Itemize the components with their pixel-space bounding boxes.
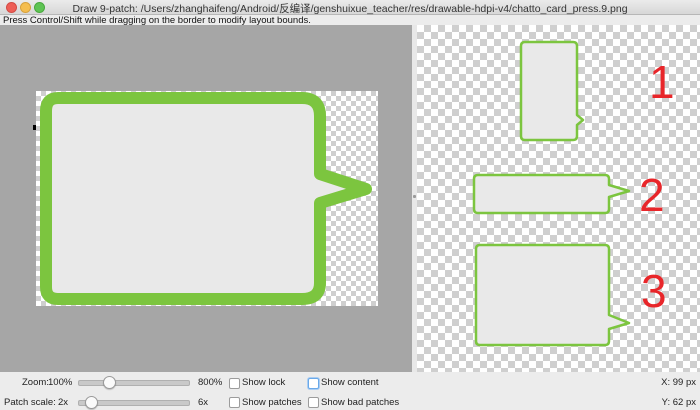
zoom-value: 100% xyxy=(48,377,73,388)
nine-patch-canvas[interactable] xyxy=(33,91,378,306)
preview-bubble-1 xyxy=(519,40,585,142)
zoom-max: 800% xyxy=(198,377,223,388)
stretch-preview: 1 2 3 xyxy=(417,25,700,372)
show-content-checkbox[interactable] xyxy=(308,378,319,389)
editor-bubble xyxy=(40,92,372,305)
show-bad-patches-label: Show bad patches xyxy=(321,397,400,408)
preview-bubble-2 xyxy=(472,173,631,215)
nine-patch-marker xyxy=(33,125,36,130)
patch-scale-value: 2x xyxy=(58,397,69,408)
window-title: Draw 9-patch: /Users/zhanghaifeng/Androi… xyxy=(72,3,628,15)
preview-label-3: 3 xyxy=(641,265,667,317)
show-patches-checkbox[interactable] xyxy=(229,397,240,408)
patch-scale-label: Patch scale: xyxy=(4,397,56,408)
preview-label-2: 2 xyxy=(639,169,665,221)
zoom-slider-thumb[interactable] xyxy=(103,376,116,389)
zoom-label: Zoom: xyxy=(22,377,49,388)
show-lock-checkbox[interactable] xyxy=(229,378,240,389)
show-patches-label: Show patches xyxy=(242,397,302,408)
zoom-slider[interactable] xyxy=(78,376,190,389)
patch-scale-max: 6x xyxy=(198,397,209,408)
nine-patch-editor[interactable] xyxy=(0,25,412,372)
preview-bubble-3 xyxy=(474,243,631,347)
show-bad-patches-checkbox[interactable] xyxy=(308,397,319,408)
preview-label-1: 1 xyxy=(649,56,675,108)
patch-scale-slider[interactable] xyxy=(78,396,190,409)
title-bar: Draw 9-patch: /Users/zhanghaifeng/Androi… xyxy=(0,0,700,15)
cursor-y-readout: Y: 62 px xyxy=(661,397,696,408)
cursor-x-readout: X: 99 px xyxy=(661,377,696,388)
show-content-label: Show content xyxy=(321,377,379,388)
patch-scale-slider-thumb[interactable] xyxy=(85,396,98,409)
show-lock-label: Show lock xyxy=(242,377,286,388)
